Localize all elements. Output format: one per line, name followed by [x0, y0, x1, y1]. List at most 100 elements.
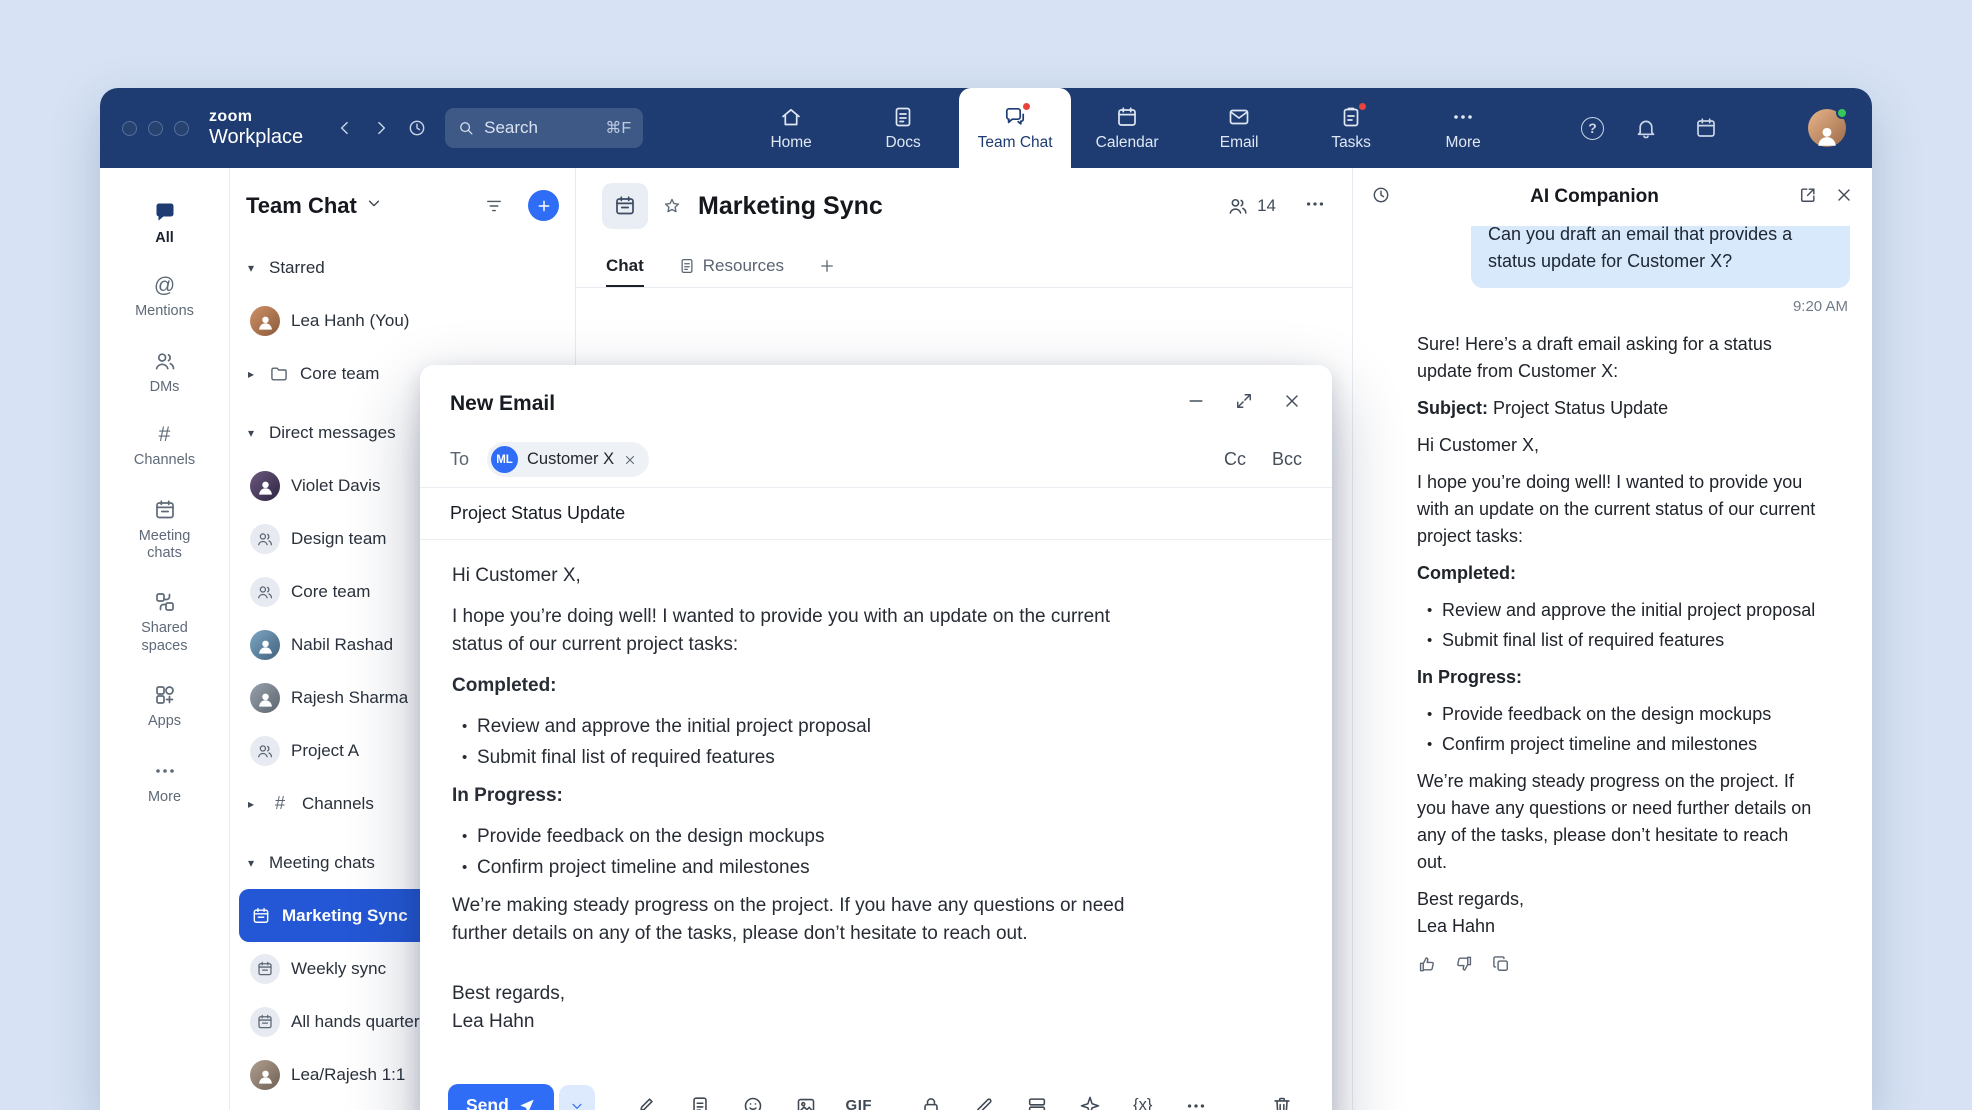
nav-tasks[interactable]: Tasks — [1295, 88, 1407, 168]
image-icon — [795, 1095, 817, 1110]
search-input[interactable]: Search ⌘F — [445, 108, 643, 148]
close-icon — [623, 453, 637, 467]
tab-chat[interactable]: Chat — [606, 244, 644, 287]
discard-draft-button[interactable] — [1260, 1086, 1304, 1110]
back-button[interactable] — [327, 110, 363, 146]
recipient-chip[interactable]: ML Customer X — [487, 442, 649, 477]
nav-home[interactable]: Home — [735, 88, 847, 168]
minimize-window-button[interactable] — [148, 121, 163, 136]
resources-icon — [678, 257, 696, 275]
sparkle-icon — [1754, 116, 1778, 140]
avatar — [250, 471, 280, 501]
section-starred[interactable]: ▾ Starred — [230, 241, 575, 294]
ai-history-button[interactable] — [1371, 185, 1391, 210]
copy-response-button[interactable] — [1491, 954, 1511, 982]
emoji-icon — [742, 1095, 764, 1110]
calendar-quick-button[interactable] — [1688, 110, 1724, 146]
remove-recipient-button[interactable] — [623, 453, 637, 467]
forward-button[interactable] — [363, 110, 399, 146]
nav-team-chat[interactable]: Team Chat — [959, 88, 1071, 168]
sparkle-icon — [1079, 1095, 1101, 1110]
shared-spaces-icon — [153, 590, 177, 614]
cc-button[interactable]: Cc — [1224, 449, 1246, 470]
list-item-lea-hanh[interactable]: Lea Hanh (You) — [230, 294, 575, 347]
close-window-button[interactable] — [122, 121, 137, 136]
template-button[interactable] — [678, 1086, 722, 1110]
window-controls — [122, 121, 189, 136]
ai-companion-button[interactable] — [1748, 110, 1784, 146]
people-icon — [153, 349, 177, 373]
help-button[interactable]: ? — [1581, 117, 1604, 140]
signature-button[interactable] — [625, 1086, 669, 1110]
rail-mentions[interactable]: @ Mentions — [100, 261, 229, 334]
user-message-bubble: Can you draft an email that provides a s… — [1471, 226, 1850, 288]
copy-icon — [1491, 954, 1511, 974]
rail-dms[interactable]: DMs — [100, 335, 229, 410]
nav-docs[interactable]: Docs — [847, 88, 959, 168]
nav-more[interactable]: More — [1407, 88, 1519, 168]
tab-resources[interactable]: Resources — [678, 244, 784, 287]
person-icon — [256, 690, 275, 709]
calendar-icon — [1115, 105, 1139, 129]
person-icon — [256, 637, 275, 656]
top-bar: zoom Workplace Search ⌘F Home Docs — [100, 88, 1872, 168]
nav-email[interactable]: Email — [1183, 88, 1295, 168]
thumbs-up-button[interactable] — [1417, 954, 1437, 982]
ai-compose-button[interactable] — [1068, 1086, 1112, 1110]
search-shortcut: ⌘F — [605, 118, 631, 138]
variables-button[interactable]: {x} — [1121, 1086, 1165, 1110]
history-icon — [1371, 185, 1391, 205]
rail-all[interactable]: All — [100, 186, 229, 261]
history-button[interactable] — [399, 110, 435, 146]
close-button[interactable] — [1282, 391, 1302, 416]
to-field[interactable]: To ML Customer X Cc Bcc — [420, 432, 1332, 488]
zoom-window-button[interactable] — [174, 121, 189, 136]
nav-calendar[interactable]: Calendar — [1071, 88, 1183, 168]
ai-popout-button[interactable] — [1798, 185, 1818, 210]
panel-title-dropdown[interactable] — [365, 194, 383, 217]
minimize-button[interactable] — [1186, 391, 1206, 416]
new-chat-button[interactable] — [528, 190, 559, 221]
thumbs-down-button[interactable] — [1454, 954, 1474, 982]
ai-close-button[interactable] — [1834, 185, 1854, 210]
user-avatar[interactable] — [1808, 109, 1846, 147]
avatar — [250, 683, 280, 713]
send-button[interactable]: Send — [448, 1084, 554, 1110]
chevron-collapsed-icon: ▸ — [244, 367, 258, 381]
ellipsis-icon — [153, 759, 177, 783]
star-button[interactable] — [662, 196, 682, 216]
add-tab-button[interactable] — [818, 244, 836, 287]
filter-button[interactable] — [484, 196, 504, 216]
rail-shared-spaces[interactable]: Shared spaces — [100, 576, 229, 669]
ai-response-text: Sure! Here’s a draft email asking for a … — [1417, 331, 1823, 982]
rail-apps[interactable]: Apps — [100, 669, 229, 744]
rail-meeting-chats[interactable]: Meeting chats — [100, 484, 229, 577]
avatar — [250, 630, 280, 660]
expand-button[interactable] — [1234, 391, 1254, 416]
bcc-button[interactable]: Bcc — [1272, 449, 1302, 470]
draw-button[interactable] — [962, 1086, 1006, 1110]
send-options-button[interactable] — [559, 1085, 595, 1110]
channel-more-button[interactable] — [1304, 193, 1326, 220]
rail-channels[interactable]: # Channels — [100, 410, 229, 483]
encrypt-button[interactable] — [909, 1086, 953, 1110]
page-title: Marketing Sync — [698, 192, 883, 221]
layout-button[interactable] — [1015, 1086, 1059, 1110]
modal-title: New Email — [450, 392, 1186, 416]
gif-button[interactable]: GIF — [837, 1086, 881, 1110]
chevron-expanded-icon: ▾ — [244, 261, 258, 275]
response-feedback — [1417, 954, 1823, 982]
email-body-editor[interactable]: Hi Customer X, I hope you’re doing well!… — [420, 540, 1332, 1070]
toolbar-more-button[interactable] — [1174, 1086, 1218, 1110]
trash-icon — [1271, 1095, 1293, 1110]
participants-button[interactable]: 14 — [1227, 195, 1276, 217]
emoji-button[interactable] — [731, 1086, 775, 1110]
notifications-button[interactable] — [1628, 110, 1664, 146]
meeting-calendar-icon — [613, 194, 637, 218]
meeting-calendar-icon — [153, 498, 177, 522]
thumbs-up-icon — [1417, 954, 1437, 974]
subject-input[interactable]: Project Status Update — [420, 488, 1332, 540]
meeting-calendar-icon — [256, 1013, 274, 1031]
rail-more[interactable]: More — [100, 745, 229, 820]
insert-image-button[interactable] — [784, 1086, 828, 1110]
